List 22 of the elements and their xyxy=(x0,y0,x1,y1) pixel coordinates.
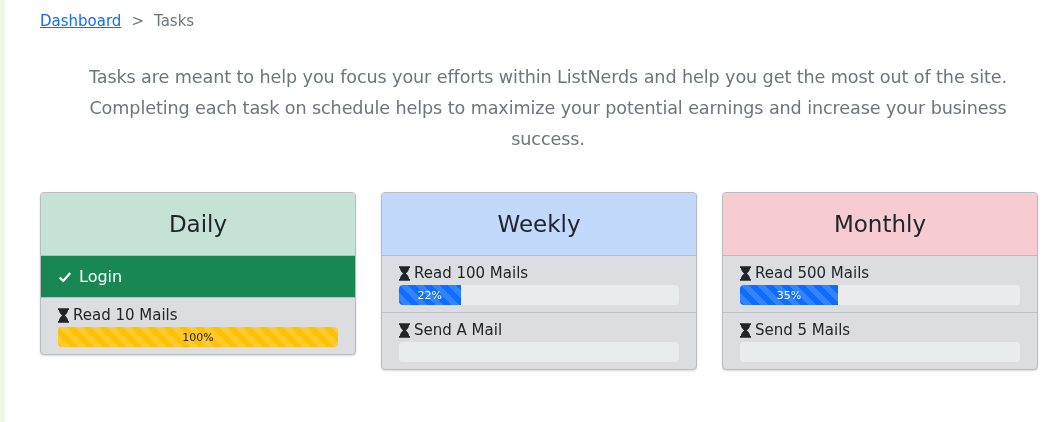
hourglass-icon xyxy=(399,322,410,338)
hourglass-icon xyxy=(740,265,751,281)
check-icon xyxy=(57,269,73,284)
task-label: Read 500 Mails xyxy=(755,264,870,282)
breadcrumb-separator: > xyxy=(131,12,144,30)
hourglass-icon xyxy=(740,322,751,338)
card-header: Weekly xyxy=(382,193,696,256)
hourglass-icon xyxy=(399,265,410,281)
hourglass-icon xyxy=(58,307,69,323)
progress-percent: 100% xyxy=(182,330,214,344)
intro-text: Tasks are meant to help you focus your efforts within ListNerds and help you get the most out of the site. Completing each task on schedule helps to maximize your potential earnings and increase your business success. xyxy=(88,66,1008,151)
task-label: Login xyxy=(79,267,123,286)
task-label: Send A Mail xyxy=(414,321,503,339)
progress-percent: 35% xyxy=(776,288,802,302)
task-label: Read 100 Mails xyxy=(414,264,529,282)
task-label: Send 5 Mails xyxy=(755,321,851,339)
card-header: Daily xyxy=(41,193,355,256)
breadcrumb-link[interactable]: Dashboard xyxy=(40,12,122,30)
progress-percent: 22% xyxy=(417,288,442,302)
card-header: Monthly xyxy=(723,193,1037,256)
breadcrumb-current: Tasks xyxy=(153,12,195,30)
task-label: Read 10 Mails xyxy=(73,306,178,324)
